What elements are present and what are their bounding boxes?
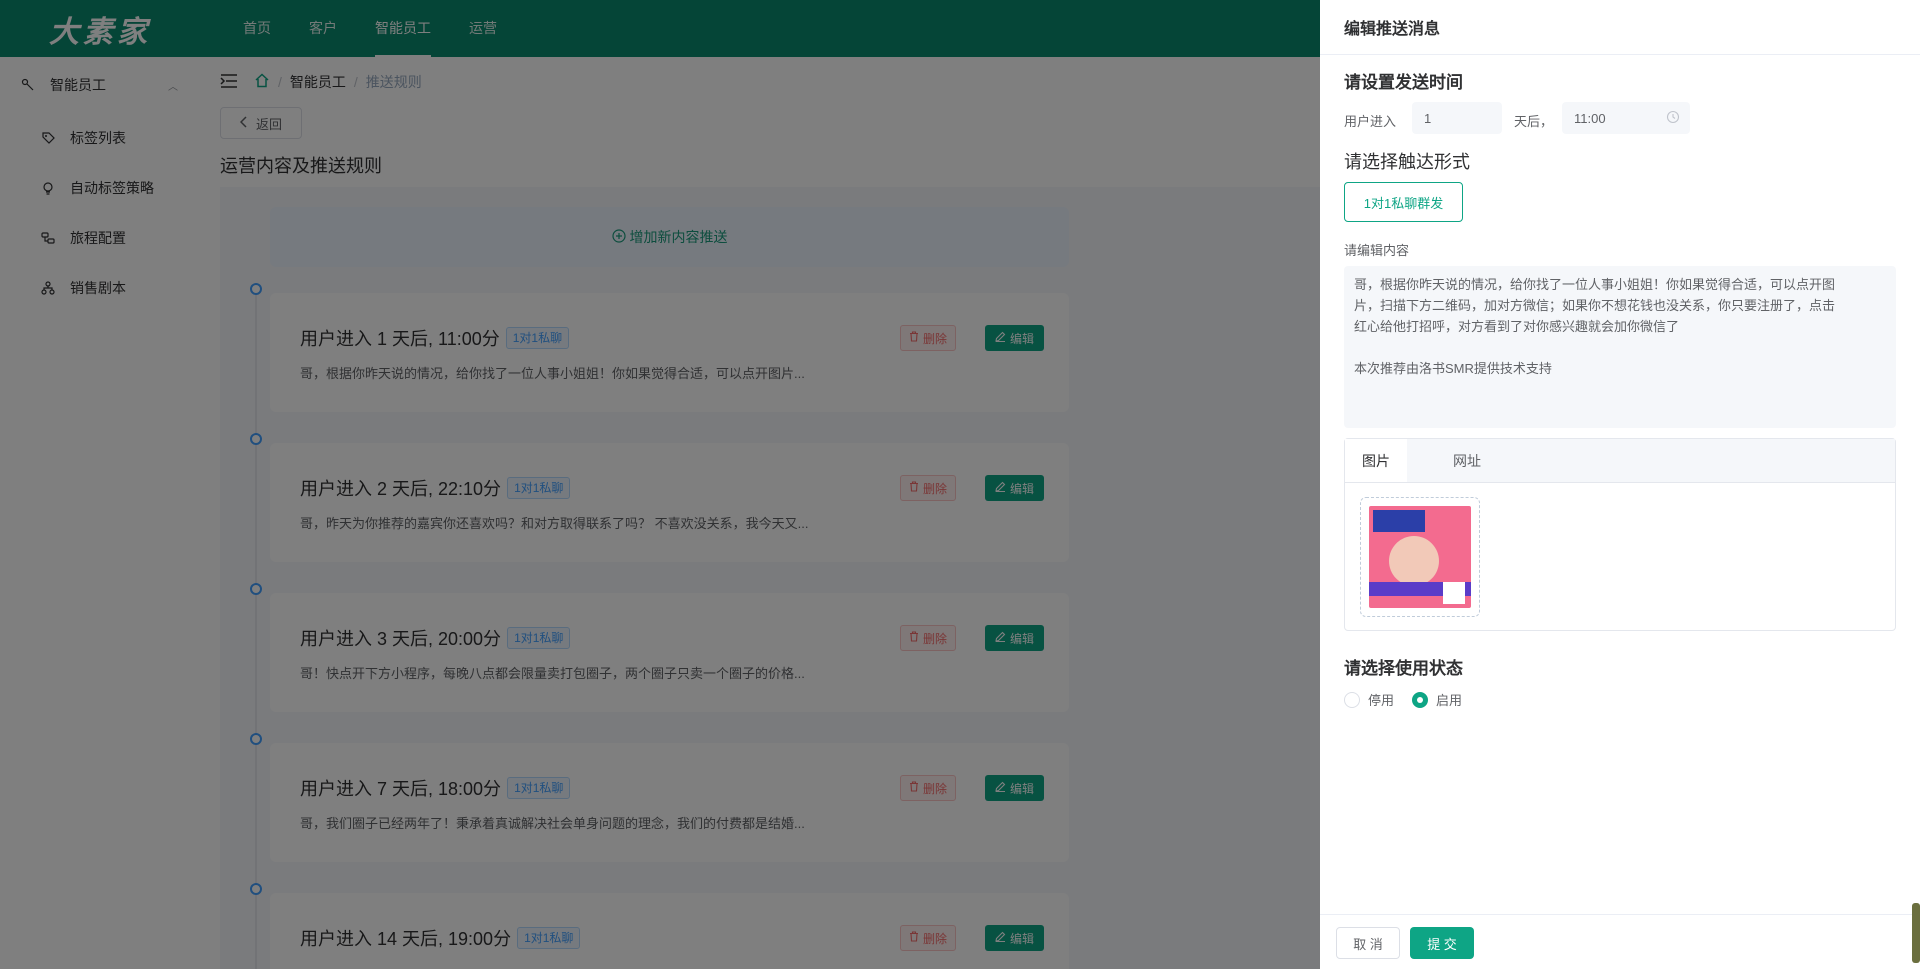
radio-circle [1412, 691, 1428, 708]
content-line: 片，扫描下方二维码，加对方微信；如果你不想花钱也没关系，你只要注册了，点击 [1354, 298, 1836, 313]
content-line: 哥，根据你昨天说的情况，给你找了一位人事小姐姐！你如果觉得合适，可以点开图 [1354, 277, 1836, 292]
time-picker[interactable]: 11:00 [1562, 102, 1690, 134]
submit-button[interactable]: 提 交 [1410, 927, 1474, 959]
content-line: 红心给他打招呼，对方看到了对你感兴趣就会加你微信了 [1354, 319, 1680, 334]
content-label: 请编辑内容 [1344, 243, 1410, 258]
reach-section-title: 请选择触达形式 [1344, 152, 1470, 172]
user-enter-label: 用户进入 [1344, 114, 1397, 129]
media-tabs: 图片 网址 [1344, 438, 1896, 631]
cancel-button[interactable]: 取 消 [1336, 927, 1400, 959]
image-upload-slot[interactable] [1360, 497, 1480, 617]
tab-image[interactable]: 图片 [1345, 439, 1407, 482]
edit-push-drawer: 编辑推送消息 请设置发送时间 用户进入 1 天后， 11:00 请选择触达形式 … [1320, 0, 1920, 969]
content-line: 本次推荐由洛书SMR提供技术支持 [1354, 361, 1552, 376]
days-after-label: 天后， [1514, 114, 1554, 129]
radio-label: 停用 [1368, 693, 1395, 708]
tabs-header: 图片 网址 [1345, 439, 1895, 483]
poster-portrait [1389, 536, 1439, 586]
uploaded-image [1369, 506, 1471, 608]
status-section-title: 请选择使用状态 [1344, 659, 1463, 678]
send-time-section-title: 请设置发送时间 [1344, 73, 1463, 92]
content-line [1354, 337, 1886, 358]
drawer-footer: 取 消 提 交 [1320, 914, 1920, 969]
qr-code-icon [1443, 582, 1465, 604]
side-handle[interactable] [1912, 903, 1920, 963]
clock-icon [1666, 110, 1680, 127]
radio-circle [1344, 691, 1360, 708]
tab-url[interactable]: 网址 [1407, 439, 1527, 482]
poster-banner [1373, 510, 1425, 532]
drawer-title: 编辑推送消息 [1320, 0, 1920, 55]
days-input-value: 1 [1424, 110, 1432, 126]
status-radio-disabled[interactable]: 停用 [1344, 690, 1394, 709]
reach-option-private-chat[interactable]: 1对1私聊群发 [1344, 182, 1463, 222]
status-radio-enabled[interactable]: 启用 [1412, 690, 1462, 709]
days-input[interactable]: 1 [1412, 102, 1502, 134]
content-textarea[interactable]: 哥，根据你昨天说的情况，给你找了一位人事小姐姐！你如果觉得合适，可以点开图 片，… [1344, 266, 1896, 428]
radio-label: 启用 [1436, 693, 1463, 708]
time-picker-value: 11:00 [1574, 110, 1606, 126]
